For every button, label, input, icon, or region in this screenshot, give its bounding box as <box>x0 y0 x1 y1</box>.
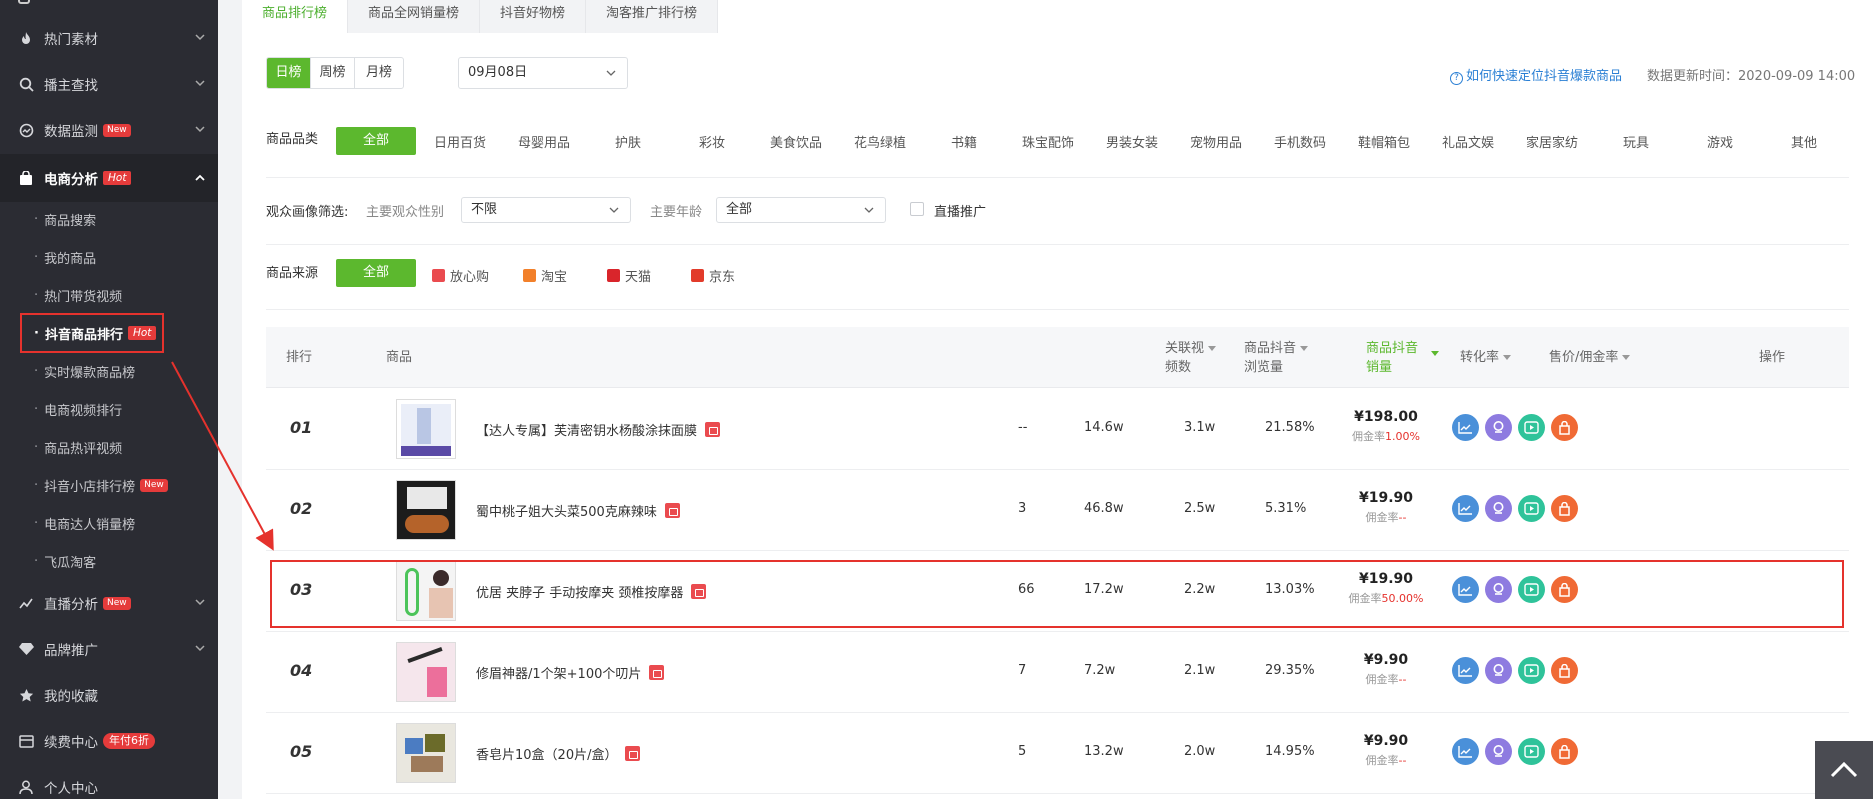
back-to-top-button[interactable] <box>1815 741 1873 799</box>
annotation-arrow <box>171 361 274 551</box>
chevron-up-icon <box>1830 761 1858 778</box>
